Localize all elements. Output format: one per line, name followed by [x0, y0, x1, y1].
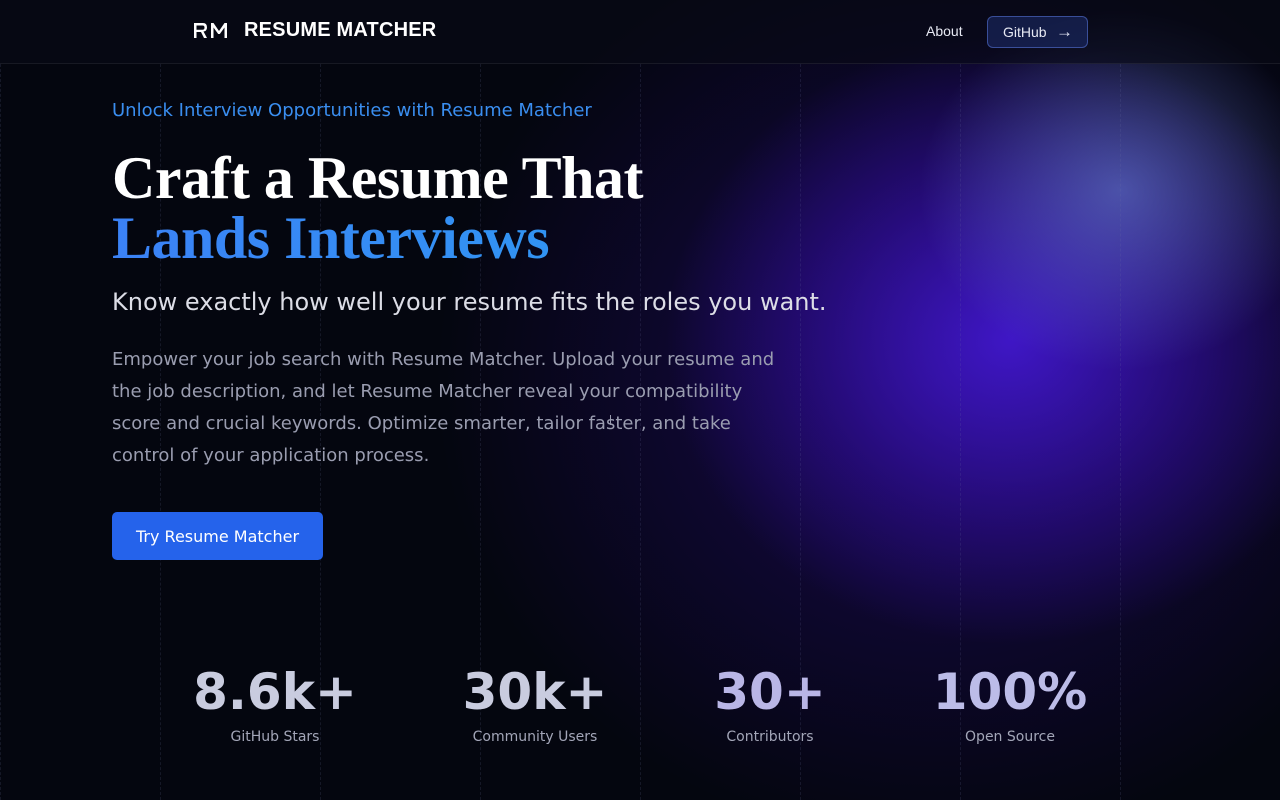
nav-about-link[interactable]: About: [926, 23, 963, 39]
hero-description: Empower your job search with Resume Matc…: [112, 349, 775, 466]
stat-open-source: 100% Open Source: [910, 664, 1110, 745]
brand-name[interactable]: RESUME MATCHER: [244, 19, 436, 42]
top-navbar: RESUME MATCHER About GitHub →: [0, 0, 1280, 64]
stat-label: GitHub Stars: [230, 729, 320, 745]
stat-value: 30+: [714, 663, 826, 721]
hero-eyebrow: Unlock Interview Opportunities with Resu…: [112, 100, 592, 121]
headline-line-2: Lands Interviews: [112, 208, 643, 268]
stat-github-stars: 8.6k+ GitHub Stars: [175, 664, 375, 745]
headline-line-1: Craft a Resume That: [112, 145, 644, 211]
arrow-right-icon: →: [1056, 22, 1073, 41]
stat-value: 8.6k+: [193, 663, 357, 721]
stat-contributors: 30+ Contributors: [670, 664, 870, 745]
stat-label: Contributors: [726, 729, 814, 745]
stat-value: 100%: [932, 663, 1088, 721]
github-button-label: GitHub: [1003, 24, 1047, 40]
stat-community-users: 30k+ Community Users: [435, 664, 635, 745]
hero-headline: Craft a Resume That Lands Interviews: [112, 145, 644, 268]
stat-label: Community Users: [472, 729, 598, 745]
try-resume-matcher-button[interactable]: Try Resume Matcher: [112, 512, 323, 560]
hero-subtitle: Know exactly how well your resume fits t…: [112, 288, 827, 316]
stat-label: Open Source: [965, 729, 1055, 745]
stat-value: 30k+: [462, 663, 608, 721]
landing-page: RESUME MATCHER About GitHub → Unlock Int…: [0, 0, 1280, 800]
rm-logo-icon[interactable]: [193, 21, 229, 41]
text-cursor-icon: [610, 415, 616, 425]
github-button[interactable]: GitHub →: [987, 16, 1088, 48]
